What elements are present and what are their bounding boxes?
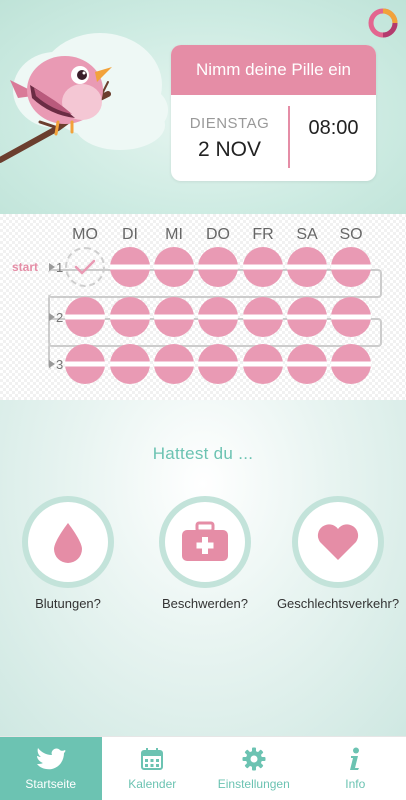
nav-startseite-icon-wrap — [36, 746, 66, 772]
pill-row3-mi[interactable] — [154, 344, 194, 384]
pill-row3-fr[interactable] — [243, 344, 283, 384]
pill-row1-so[interactable] — [331, 247, 371, 287]
pill-row2-do[interactable] — [198, 297, 238, 337]
pill-row2-di[interactable] — [110, 297, 150, 337]
nav-einstellungen-icon-wrap — [242, 746, 266, 772]
bleeding-label: Blutungen? — [35, 596, 101, 611]
pill-row1-mi[interactable] — [154, 247, 194, 287]
day-header-sa: SA — [296, 226, 318, 243]
row-number-2: 2 — [56, 310, 64, 325]
row-arrow-2 — [49, 313, 55, 321]
reminder-date: 2 NOV — [197, 138, 262, 161]
day-header-mi: MI — [165, 226, 183, 243]
heart-icon — [317, 524, 359, 560]
pill-reminder-card[interactable]: Nimm deine Pille ein DIENSTAG 2 NOV 08:0… — [171, 45, 376, 181]
row-number-1: 1 — [56, 260, 64, 275]
complaints-label: Beschwerden? — [162, 596, 248, 611]
pill-row3-sa[interactable] — [287, 344, 327, 384]
reminder-body: DIENSTAG 2 NOV 08:00 — [171, 95, 376, 181]
day-header-di: DI — [122, 226, 138, 243]
header: Nimm deine Pille ein DIENSTAG 2 NOV 08:0… — [0, 0, 406, 214]
reminder-time[interactable]: 08:00 — [291, 117, 376, 140]
first-aid-kit-icon — [182, 521, 228, 561]
bleeding-button[interactable]: Blutungen? — [0, 496, 138, 611]
bird-illustration — [0, 33, 168, 163]
bottom-navigation: Startseite Kalender Einstellungen Info — [0, 736, 406, 800]
complaints-button[interactable]: Beschwerden? — [135, 496, 275, 611]
pill-row3-mo[interactable] — [65, 344, 105, 384]
pill-blister-grid: MO DI MI DO FR SA SO start 1 2 3 — [0, 214, 406, 400]
intercourse-button[interactable]: Geschlechtsverkehr? — [268, 496, 406, 611]
pill-row1-do[interactable] — [198, 247, 238, 287]
pill-row3-do[interactable] — [198, 344, 238, 384]
blood-drop-icon — [54, 523, 82, 563]
pill-row3-so[interactable] — [331, 344, 371, 384]
day-header-do: DO — [206, 226, 230, 243]
bleeding-circle — [22, 496, 114, 588]
nav-info-label: Info — [345, 777, 366, 791]
gear-icon — [242, 747, 266, 771]
daily-questions: Hattest du ... Blutungen? Beschwerden? G… — [0, 400, 406, 736]
intercourse-circle — [292, 496, 384, 588]
checkmark-icon — [74, 259, 96, 275]
pill-row1-sa[interactable] — [287, 247, 327, 287]
reminder-title: Nimm deine Pille ein — [171, 45, 376, 95]
row-arrow-3 — [49, 360, 55, 368]
intercourse-label: Geschlechtsverkehr? — [276, 596, 400, 611]
pill-row2-so[interactable] — [331, 297, 371, 337]
nav-einstellungen-label: Einstellungen — [217, 777, 290, 791]
pill-row2-mo[interactable] — [65, 297, 105, 337]
card-divider — [288, 106, 290, 168]
pill-row2-fr[interactable] — [243, 297, 283, 337]
complaints-circle — [159, 496, 251, 588]
intercourse-circle-inner — [298, 502, 378, 582]
start-label: start — [12, 260, 39, 274]
row-arrow-1 — [49, 263, 55, 271]
pill-row2-sa[interactable] — [287, 297, 327, 337]
calendar-icon — [141, 748, 164, 770]
pill-row1-di[interactable] — [110, 247, 150, 287]
nav-kalender-label: Kalender — [128, 777, 177, 791]
reminder-weekday: DIENSTAG — [189, 115, 270, 132]
nav-kalender[interactable]: Kalender — [102, 737, 204, 800]
nav-einstellungen[interactable]: Einstellungen — [203, 737, 305, 800]
day-header-fr: FR — [252, 226, 274, 243]
app-logo-icon[interactable] — [368, 8, 398, 38]
complaints-circle-inner — [165, 502, 245, 582]
bleeding-circle-inner — [28, 502, 108, 582]
nav-kalender-icon-wrap — [140, 746, 164, 772]
pill-row1-mo-taken[interactable] — [65, 247, 105, 287]
pill-row1-fr[interactable] — [243, 247, 283, 287]
question-title: Hattest du ... — [152, 444, 254, 463]
nav-info-icon-wrap — [348, 746, 362, 772]
nav-info[interactable]: Info — [305, 737, 406, 800]
day-header-mo: MO — [72, 226, 98, 243]
day-header-so: SO — [339, 226, 363, 243]
info-icon — [350, 747, 360, 770]
nav-startseite[interactable]: Startseite — [0, 737, 102, 800]
pill-row3-di[interactable] — [110, 344, 150, 384]
nav-startseite-label: Startseite — [25, 777, 77, 791]
row-number-3: 3 — [56, 357, 64, 372]
pill-row2-mi[interactable] — [154, 297, 194, 337]
bird-icon — [36, 748, 66, 770]
